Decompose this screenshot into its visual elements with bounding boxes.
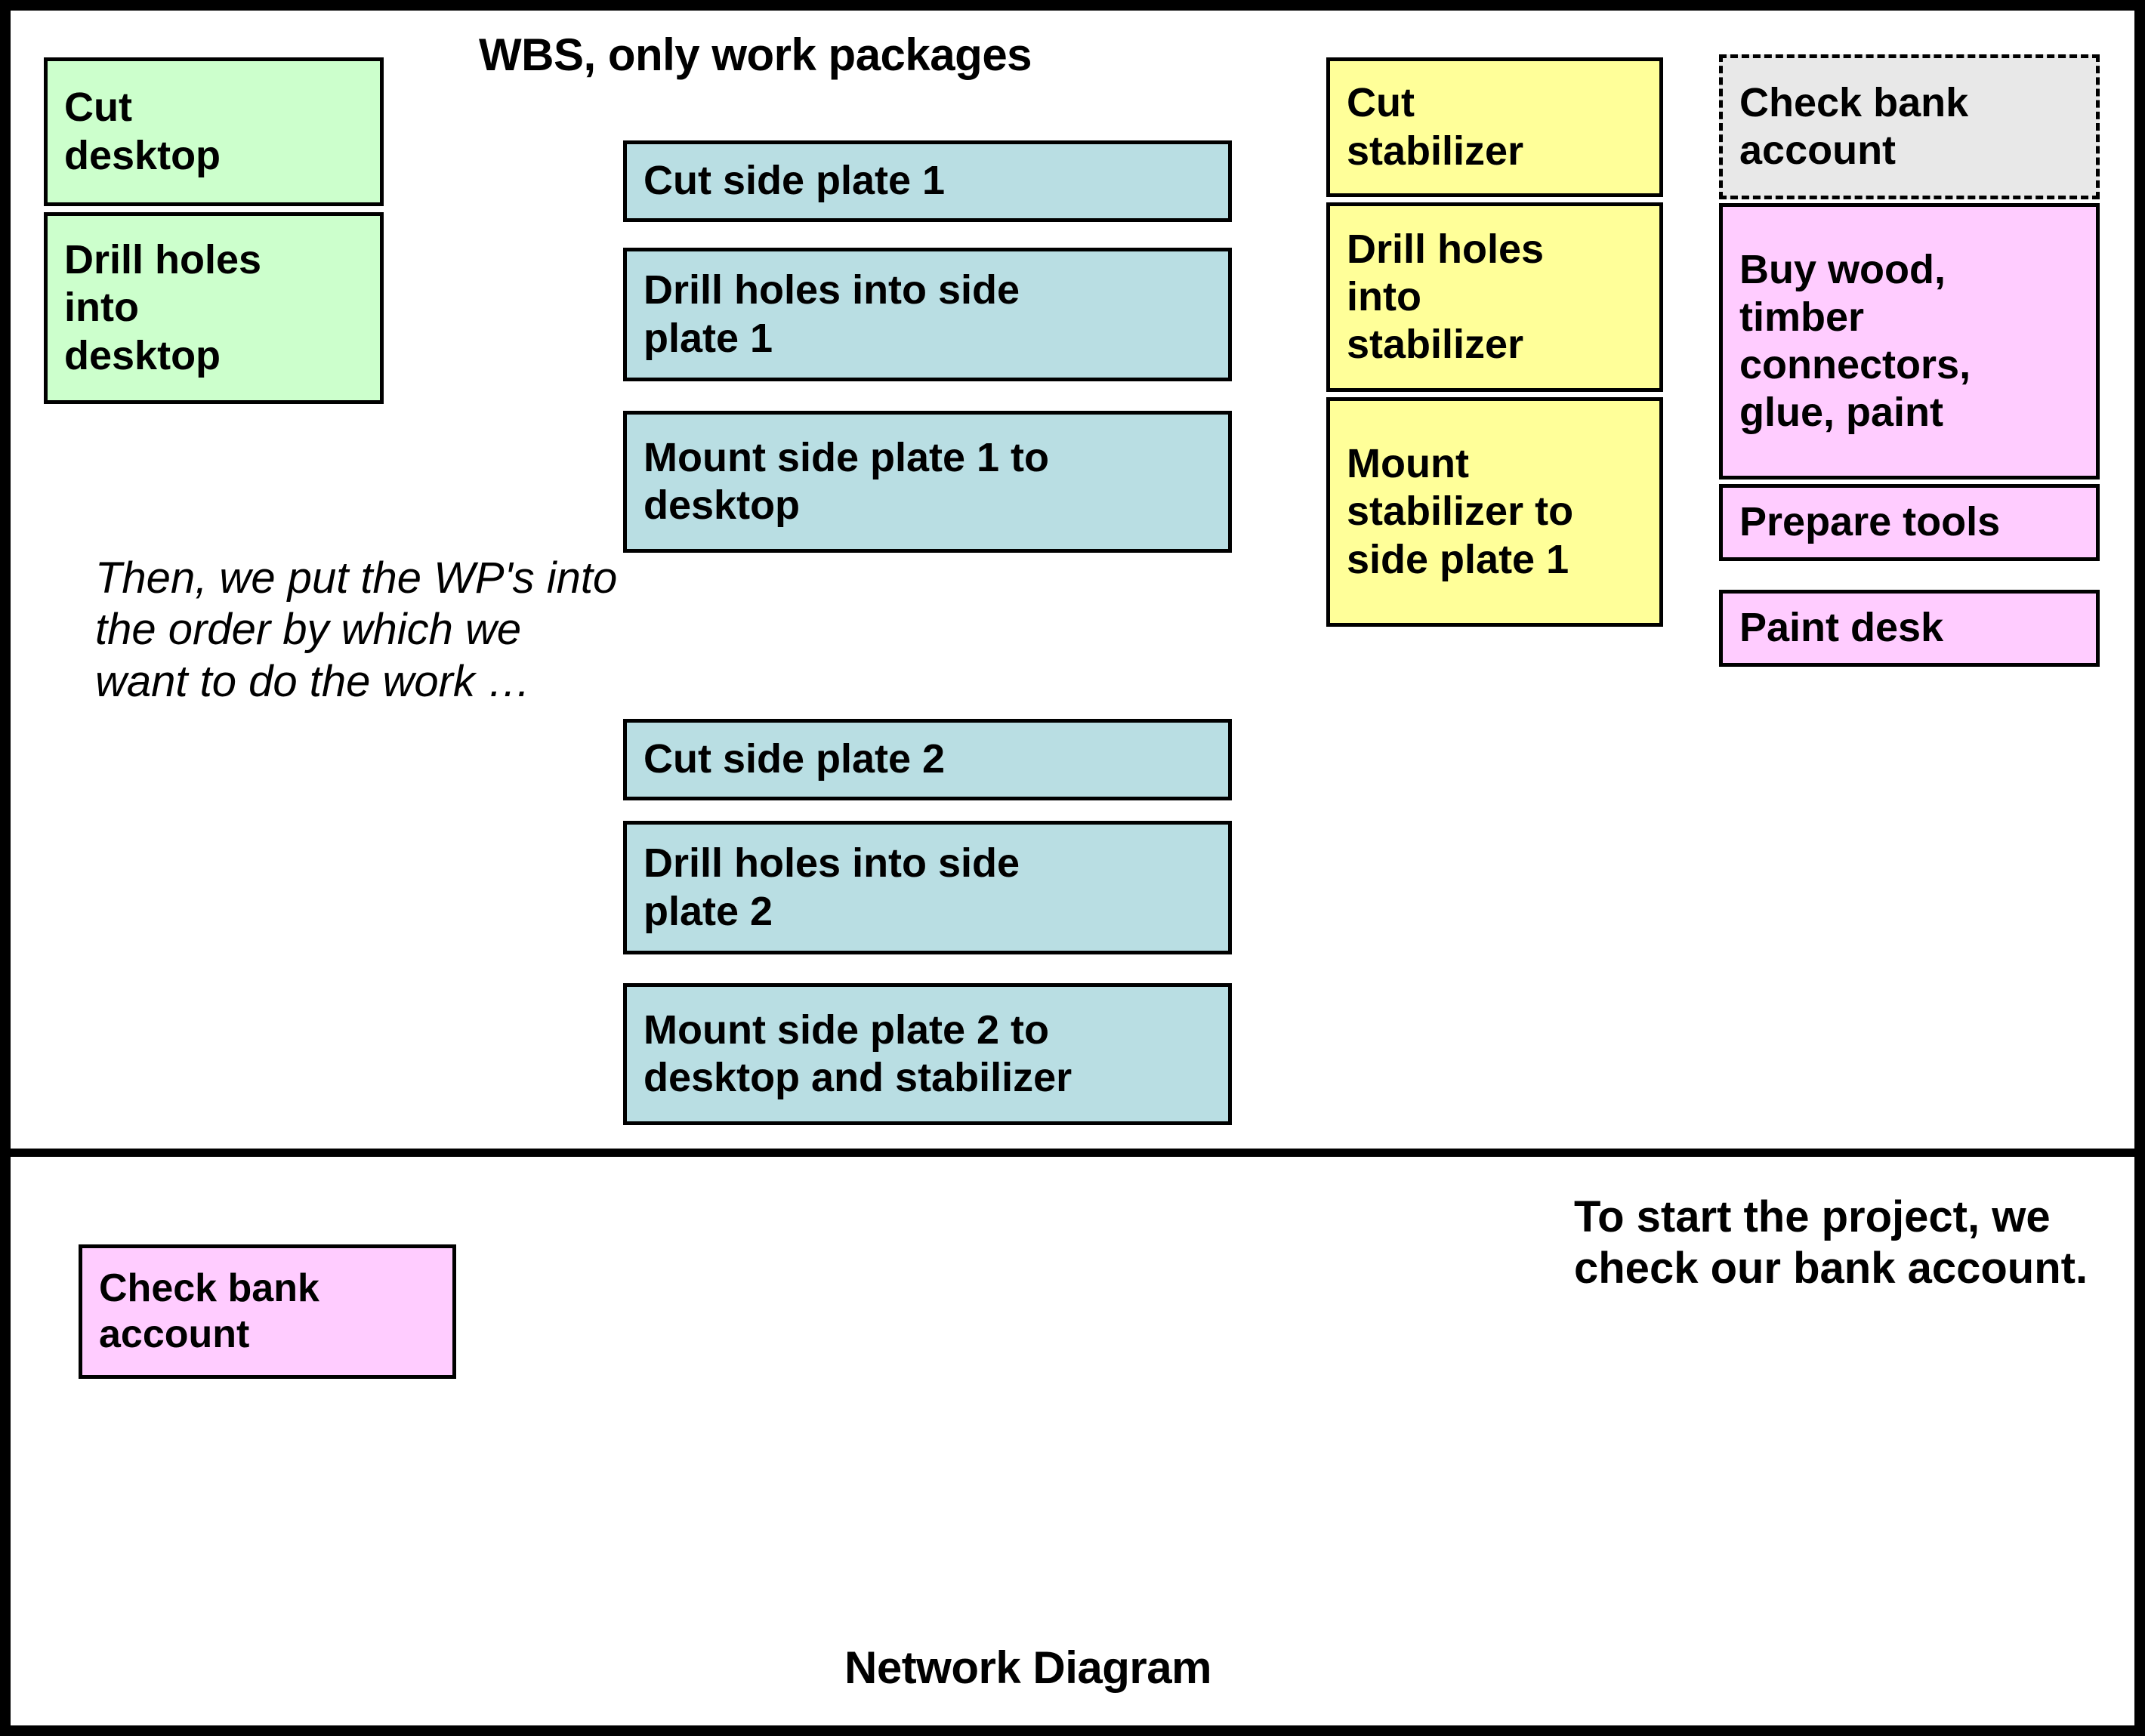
wp-label: Paint desk bbox=[1739, 605, 1944, 651]
wp-cut-stabilizer[interactable]: Cut stabilizer bbox=[1326, 57, 1663, 197]
wp-cut-desktop[interactable]: Cut desktop bbox=[44, 57, 384, 206]
frame-border-bottom bbox=[0, 1725, 2145, 1736]
slide-canvas: WBS, only work packages Then, we put the… bbox=[0, 0, 2145, 1736]
wp-mount-stabilizer-to-side-plate-1[interactable]: Mount stabilizer to side plate 1 bbox=[1326, 397, 1663, 627]
wp-drill-holes-into-desktop[interactable]: Drill holes into desktop bbox=[44, 212, 384, 404]
wp-label: Drill holes into stabilizer bbox=[1347, 226, 1545, 368]
wp-label: Drill holes into desktop bbox=[64, 237, 262, 378]
frame-border-top bbox=[0, 0, 2145, 11]
network-diagram-title: Network Diagram bbox=[844, 1642, 1211, 1693]
node-label: Check bank account bbox=[99, 1266, 319, 1356]
network-note-text: To start the project, we check our bank … bbox=[1574, 1192, 2088, 1294]
wp-label: Cut side plate 2 bbox=[644, 736, 946, 782]
wp-label: Mount side plate 2 to desktop and stabil… bbox=[644, 1007, 1072, 1100]
wp-label: Prepare tools bbox=[1739, 499, 2001, 545]
wp-prepare-tools[interactable]: Prepare tools bbox=[1719, 484, 2100, 561]
wp-label: Mount side plate 1 to desktop bbox=[644, 434, 1050, 528]
wp-buy-materials[interactable]: Buy wood, timber connectors, glue, paint bbox=[1719, 203, 2100, 479]
wp-drill-holes-into-stabilizer[interactable]: Drill holes into stabilizer bbox=[1326, 202, 1663, 392]
wp-label: Drill holes into side plate 1 bbox=[644, 267, 1020, 361]
wp-cut-side-plate-2[interactable]: Cut side plate 2 bbox=[623, 719, 1232, 800]
wp-label: Mount stabilizer to side plate 1 bbox=[1347, 441, 1574, 582]
wp-drill-holes-into-side-plate-2[interactable]: Drill holes into side plate 2 bbox=[623, 821, 1232, 954]
wp-drill-holes-into-side-plate-1[interactable]: Drill holes into side plate 1 bbox=[623, 248, 1232, 381]
frame-border-left bbox=[0, 0, 11, 1736]
wp-label: Check bank account bbox=[1739, 79, 1969, 173]
wp-label: Buy wood, timber connectors, glue, paint bbox=[1739, 246, 1971, 436]
wp-mount-side-plate-2-to-desktop-and-stabilizer[interactable]: Mount side plate 2 to desktop and stabil… bbox=[623, 983, 1232, 1125]
wp-label: Cut side plate 1 bbox=[644, 158, 946, 204]
wbs-pane: WBS, only work packages Then, we put the… bbox=[11, 11, 2134, 1149]
node-check-bank-account[interactable]: Check bank account bbox=[79, 1244, 456, 1379]
wbs-note-text: Then, we put the WP's into the order by … bbox=[95, 553, 618, 706]
wbs-title: WBS, only work packages bbox=[479, 29, 1032, 80]
wp-label: Drill holes into side plate 2 bbox=[644, 840, 1020, 934]
wp-label: Cut desktop bbox=[64, 85, 221, 178]
pane-divider bbox=[0, 1149, 2145, 1157]
wp-mount-side-plate-1-to-desktop[interactable]: Mount side plate 1 to desktop bbox=[623, 411, 1232, 553]
wp-cut-side-plate-1[interactable]: Cut side plate 1 bbox=[623, 140, 1232, 222]
wp-paint-desk[interactable]: Paint desk bbox=[1719, 590, 2100, 667]
wp-check-bank-account-wbs[interactable]: Check bank account bbox=[1719, 54, 2100, 199]
frame-border-right bbox=[2134, 0, 2145, 1736]
wp-label: Cut stabilizer bbox=[1347, 80, 1524, 174]
